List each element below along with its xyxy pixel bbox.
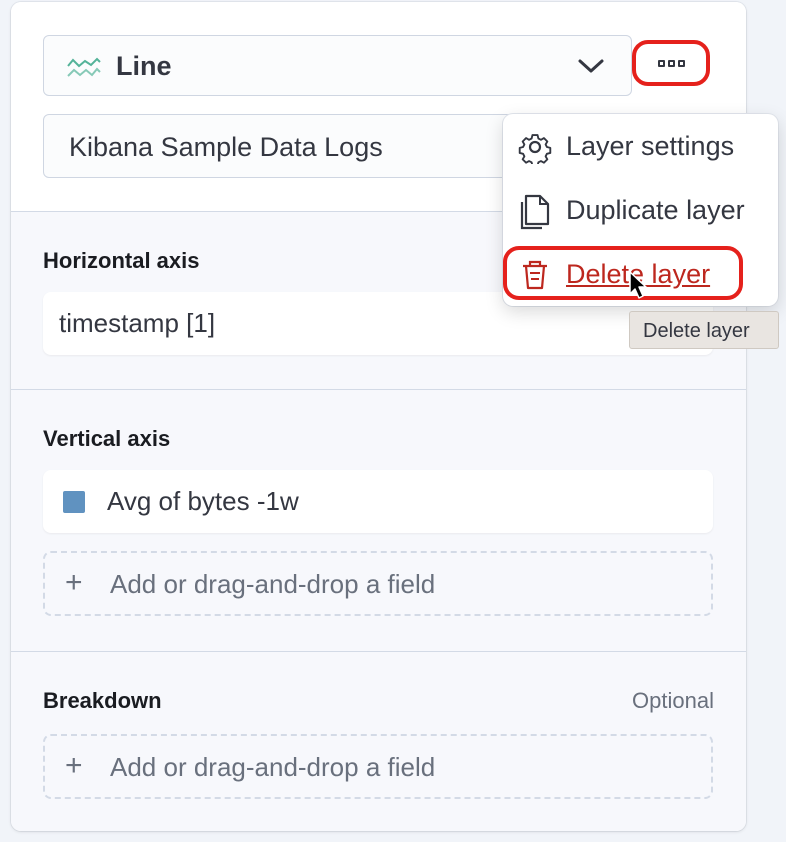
vertical-axis-add-field[interactable]: + Add or drag-and-drop a field — [43, 551, 713, 616]
delete-layer-tooltip: Delete layer — [629, 311, 779, 349]
chart-type-select[interactable]: Line — [43, 35, 632, 96]
layer-actions-button[interactable] — [632, 40, 710, 86]
horizontal-axis-field-label: timestamp [1] — [59, 308, 216, 338]
vertical-axis-metric[interactable]: Avg of bytes -1w — [43, 470, 713, 533]
menu-item-layer-settings[interactable]: Layer settings — [503, 118, 778, 174]
vertical-axis-title: Vertical axis — [43, 426, 171, 451]
vertical-axis-section: Vertical axis Avg of bytes -1w + Add or … — [11, 390, 746, 652]
datasource-label: Kibana Sample Data Logs — [69, 132, 383, 162]
vertical-axis-metric-label: Avg of bytes -1w — [107, 486, 299, 516]
line-chart-icon — [66, 56, 102, 85]
breakdown-title: Breakdown — [43, 688, 162, 713]
plus-icon: + — [65, 749, 83, 782]
breakdown-add-field[interactable]: + Add or drag-and-drop a field — [43, 734, 713, 799]
menu-item-label: Duplicate layer — [566, 195, 745, 225]
optional-label: Optional — [632, 688, 714, 713]
mouse-cursor-icon — [628, 270, 650, 305]
menu-item-label: Layer settings — [566, 131, 735, 161]
horizontal-axis-title: Horizontal axis — [43, 248, 200, 273]
gear-icon — [518, 130, 552, 169]
menu-item-duplicate-layer[interactable]: Duplicate layer — [503, 182, 778, 238]
breakdown-section: Breakdown Optional + Add or drag-and-dro… — [11, 652, 746, 831]
add-field-label: Add or drag-and-drop a field — [110, 569, 436, 599]
plus-icon: + — [65, 566, 83, 599]
series-color-swatch[interactable] — [63, 491, 85, 513]
trash-icon — [518, 258, 552, 297]
chevron-down-icon — [577, 56, 605, 81]
more-dots-icon — [657, 59, 685, 67]
chart-type-label: Line — [116, 51, 172, 81]
copy-icon — [518, 194, 552, 235]
add-field-label: Add or drag-and-drop a field — [110, 752, 436, 782]
tooltip-text: Delete layer — [643, 320, 750, 342]
